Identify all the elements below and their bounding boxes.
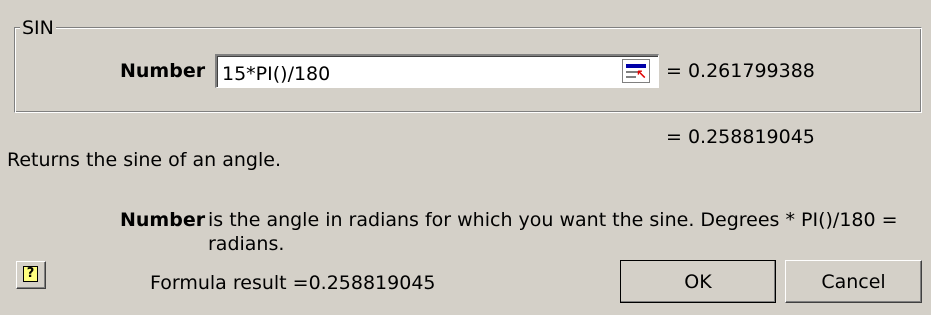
collapse-icon-arrow: ↖ (636, 68, 647, 83)
function-description: Returns the sine of an angle. (7, 149, 281, 171)
collapse-dialog-icon[interactable]: ↖ (622, 59, 650, 83)
argument-help-text: is the angle in radians for which you wa… (208, 209, 898, 255)
argument-label: Number (120, 60, 206, 82)
argument-result: = 0.261799388 (666, 60, 815, 82)
help-button[interactable]: ? (16, 261, 46, 289)
help-icon: ? (23, 266, 38, 282)
argument-help-label: Number (120, 209, 206, 231)
collapse-icon-line (626, 76, 636, 78)
function-arguments-dialog: SIN Number ↖ = 0.261799388 = 0.258819045… (0, 0, 931, 315)
function-name-label: SIN (20, 17, 56, 39)
formula-result: Formula result =0.258819045 (150, 272, 436, 294)
ok-button[interactable]: OK (620, 260, 776, 303)
number-input[interactable] (215, 54, 659, 88)
cancel-button[interactable]: Cancel (785, 260, 922, 303)
formula-value: = 0.258819045 (666, 126, 815, 148)
